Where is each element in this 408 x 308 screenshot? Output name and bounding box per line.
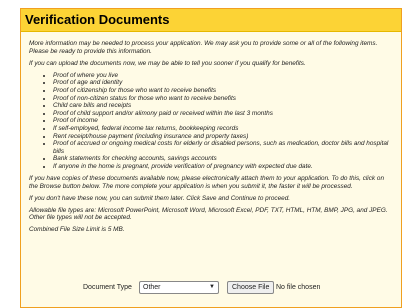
proof-item: If anyone in the home is pregnant, provi…	[53, 163, 393, 171]
panel-header: Verification Documents	[21, 9, 401, 32]
proof-item: Proof of age and identity	[53, 79, 393, 87]
file-status-text: No file chosen	[276, 284, 321, 291]
proof-item: Bank statements for checking accounts, s…	[53, 155, 393, 163]
proof-item: Rent receipt/house payment (including in…	[53, 133, 393, 141]
chevron-down-icon: ▼	[209, 284, 215, 290]
panel-content: More information may be needed to proces…	[21, 32, 401, 234]
proof-list: Proof of where you live Proof of age and…	[29, 72, 393, 171]
file-types-text: Allowable file types are: Microsoft Powe…	[29, 206, 388, 222]
choose-file-button[interactable]: Choose File	[227, 281, 275, 294]
proof-item: Proof of non-citizen status for those wh…	[53, 95, 393, 103]
upload-sooner-text: If you can upload the documents now, we …	[29, 59, 306, 67]
proof-item: Proof of child support and/or alimony pa…	[53, 110, 393, 118]
no-docs-text: If you don't have these now, you can sub…	[29, 194, 291, 202]
attach-instructions-text: If you have copies of these documents av…	[29, 175, 385, 190]
proof-item: Child care bills and receipts	[53, 102, 393, 110]
intro-text: More information may be needed to proces…	[29, 40, 378, 55]
proof-item: Proof of where you live	[53, 72, 393, 80]
size-limit-text: Combined File Size Limit is 5 MB.	[29, 226, 125, 234]
proof-item: Proof of accrued or ongoing medical cost…	[53, 140, 393, 155]
verification-documents-panel: Verification Documents More information …	[20, 8, 402, 308]
panel-title: Verification Documents	[25, 12, 170, 27]
proof-item: If self-employed, federal income tax ret…	[53, 125, 393, 133]
document-type-select[interactable]: Other ▼	[139, 281, 219, 294]
document-type-value: Other	[143, 284, 161, 291]
proof-item: Proof of income	[53, 117, 393, 125]
proof-item: Proof of citizenship for those who want …	[53, 87, 393, 95]
document-type-label: Document Type	[83, 284, 132, 291]
